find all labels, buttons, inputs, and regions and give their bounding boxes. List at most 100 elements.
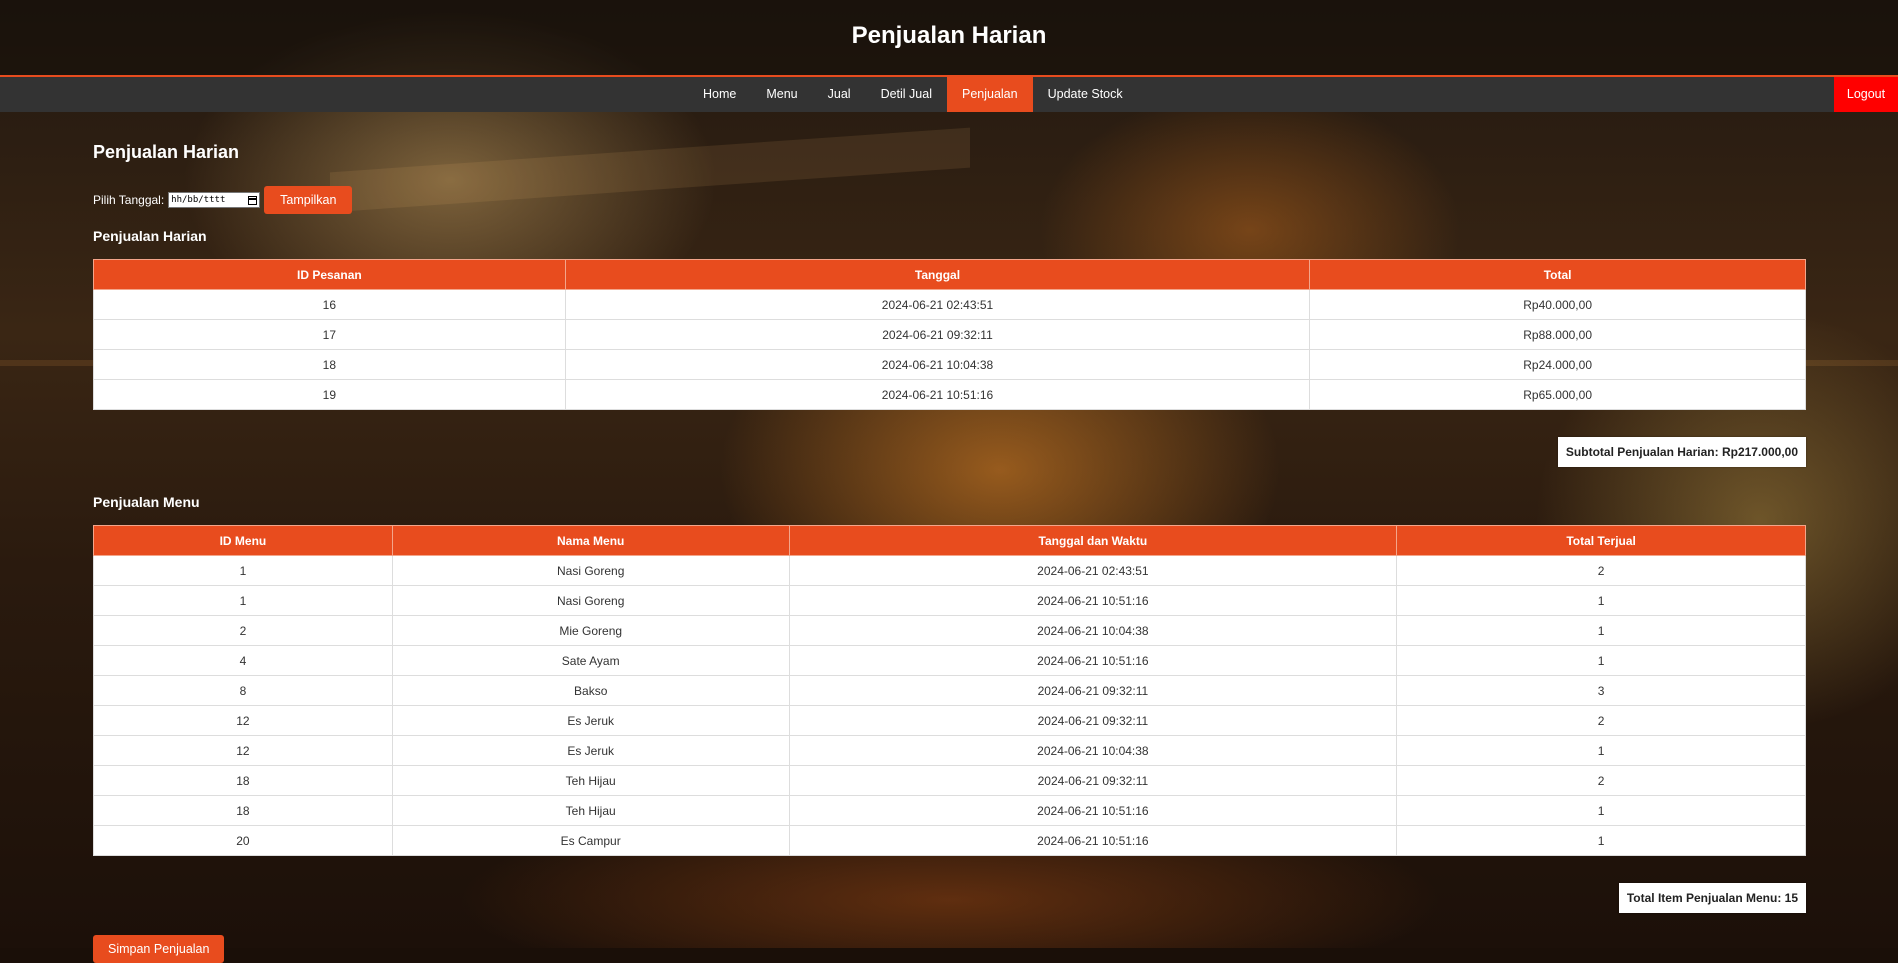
cell-total-terjual: 1: [1396, 645, 1806, 676]
menu-total-items: Total Item Penjualan Menu: 15: [1618, 883, 1806, 913]
table-row: 17 2024-06-21 09:32:11 Rp88.000,00: [93, 319, 1806, 350]
top-navigation: Home Menu Jual Detil Jual Penjualan Upda…: [0, 75, 1898, 112]
nav-item-menu[interactable]: Menu: [751, 77, 812, 112]
cell-id-menu: 12: [93, 705, 393, 736]
table-header-row: ID Pesanan Tanggal Total: [93, 259, 1806, 290]
cell-id-menu: 4: [93, 645, 393, 676]
cell-total-terjual: 1: [1396, 825, 1806, 856]
table-row: 18 Teh Hijau 2024-06-21 10:51:16 1: [93, 795, 1806, 826]
cell-id-pesanan: 17: [93, 319, 566, 350]
cell-nama-menu: Teh Hijau: [391, 795, 790, 826]
cell-nama-menu: Teh Hijau: [391, 765, 790, 796]
daily-sales-title: Penjualan Harian: [93, 228, 207, 244]
cell-tanggal-waktu: 2024-06-21 10:04:38: [788, 615, 1398, 646]
show-button[interactable]: Tampilkan: [264, 186, 353, 214]
table-row: 20 Es Campur 2024-06-21 10:51:16 1: [93, 825, 1806, 856]
cell-tanggal-waktu: 2024-06-21 02:43:51: [788, 555, 1398, 586]
nav-item-detil-jual[interactable]: Detil Jual: [866, 77, 947, 112]
cell-tanggal-waktu: 2024-06-21 10:04:38: [788, 735, 1398, 766]
cell-total-terjual: 2: [1396, 705, 1806, 736]
cell-total: Rp88.000,00: [1309, 319, 1806, 350]
cell-nama-menu: Nasi Goreng: [391, 585, 790, 616]
menu-sales-title: Penjualan Menu: [93, 494, 200, 510]
cell-total-terjual: 1: [1396, 735, 1806, 766]
nav-item-home[interactable]: Home: [688, 77, 751, 112]
column-header-tanggal-waktu[interactable]: Tanggal dan Waktu: [788, 525, 1398, 556]
table-row: 8 Bakso 2024-06-21 09:32:11 3: [93, 675, 1806, 706]
cell-tanggal: 2024-06-21 10:51:16: [564, 379, 1311, 410]
cell-total-terjual: 1: [1396, 585, 1806, 616]
table-row: 18 2024-06-21 10:04:38 Rp24.000,00: [93, 349, 1806, 380]
cell-nama-menu: Bakso: [391, 675, 790, 706]
cell-id-menu: 20: [93, 825, 393, 856]
date-filter-label: Pilih Tanggal:: [93, 193, 165, 207]
table-row: 4 Sate Ayam 2024-06-21 10:51:16 1: [93, 645, 1806, 676]
cell-tanggal-waktu: 2024-06-21 10:51:16: [788, 585, 1398, 616]
menu-sales-table: ID Menu Nama Menu Tanggal dan Waktu Tota…: [93, 525, 1806, 856]
table-row: 19 2024-06-21 10:51:16 Rp65.000,00: [93, 379, 1806, 410]
cell-tanggal: 2024-06-21 02:43:51: [564, 289, 1311, 320]
cell-total-terjual: 2: [1396, 555, 1806, 586]
cell-total-terjual: 2: [1396, 765, 1806, 796]
cell-id-menu: 12: [93, 735, 393, 766]
cell-id-menu: 18: [93, 765, 393, 796]
save-sales-button[interactable]: Simpan Penjualan: [93, 935, 225, 963]
cell-id-pesanan: 18: [93, 349, 566, 380]
table-row: 2 Mie Goreng 2024-06-21 10:04:38 1: [93, 615, 1806, 646]
column-header-id-menu[interactable]: ID Menu: [93, 525, 393, 556]
table-row: 1 Nasi Goreng 2024-06-21 02:43:51 2: [93, 555, 1806, 586]
table-header-row: ID Menu Nama Menu Tanggal dan Waktu Tota…: [93, 525, 1806, 556]
cell-total: Rp40.000,00: [1309, 289, 1806, 320]
cell-tanggal-waktu: 2024-06-21 09:32:11: [788, 765, 1398, 796]
date-filter: Pilih Tanggal: hh/bb/tttt Tampilkan: [93, 186, 353, 214]
cell-nama-menu: Sate Ayam: [391, 645, 790, 676]
cell-id-menu: 1: [93, 585, 393, 616]
table-row: 12 Es Jeruk 2024-06-21 09:32:11 2: [93, 705, 1806, 736]
cell-id-pesanan: 19: [93, 379, 566, 410]
logout-button[interactable]: Logout: [1834, 77, 1898, 112]
cell-nama-menu: Es Jeruk: [391, 705, 790, 736]
cell-tanggal-waktu: 2024-06-21 10:51:16: [788, 645, 1398, 676]
column-header-total-terjual[interactable]: Total Terjual: [1396, 525, 1806, 556]
date-input[interactable]: hh/bb/tttt: [168, 192, 261, 208]
nav-item-update-stock[interactable]: Update Stock: [1033, 77, 1138, 112]
cell-total: Rp65.000,00: [1309, 379, 1806, 410]
column-header-total[interactable]: Total: [1309, 259, 1806, 290]
cell-id-menu: 18: [93, 795, 393, 826]
cell-tanggal-waktu: 2024-06-21 09:32:11: [788, 675, 1398, 706]
column-header-nama-menu[interactable]: Nama Menu: [391, 525, 790, 556]
title-bar: Penjualan Harian: [0, 0, 1898, 75]
cell-id-menu: 1: [93, 555, 393, 586]
table-row: 16 2024-06-21 02:43:51 Rp40.000,00: [93, 289, 1806, 320]
page-heading: Penjualan Harian: [93, 142, 240, 162]
date-input-placeholder: hh/bb/tttt: [171, 195, 226, 205]
cell-id-menu: 8: [93, 675, 393, 706]
cell-total-terjual: 3: [1396, 675, 1806, 706]
table-row: 1 Nasi Goreng 2024-06-21 10:51:16 1: [93, 585, 1806, 616]
daily-sales-table: ID Pesanan Tanggal Total 16 2024-06-21 0…: [93, 259, 1806, 410]
cell-tanggal-waktu: 2024-06-21 10:51:16: [788, 795, 1398, 826]
cell-tanggal: 2024-06-21 10:04:38: [564, 349, 1311, 380]
cell-nama-menu: Mie Goreng: [391, 615, 790, 646]
site-title: Penjualan Harian: [851, 22, 1047, 49]
cell-total: Rp24.000,00: [1309, 349, 1806, 380]
nav-item-jual[interactable]: Jual: [813, 77, 866, 112]
cell-total-terjual: 1: [1396, 615, 1806, 646]
cell-tanggal-waktu: 2024-06-21 10:51:16: [788, 825, 1398, 856]
cell-tanggal: 2024-06-21 09:32:11: [564, 319, 1311, 350]
cell-nama-menu: Es Jeruk: [391, 735, 790, 766]
table-row: 12 Es Jeruk 2024-06-21 10:04:38 1: [93, 735, 1806, 766]
cell-id-menu: 2: [93, 615, 393, 646]
table-row: 18 Teh Hijau 2024-06-21 09:32:11 2: [93, 765, 1806, 796]
nav-list: Home Menu Jual Detil Jual Penjualan Upda…: [688, 77, 1138, 112]
daily-subtotal: Subtotal Penjualan Harian: Rp217.000,00: [1557, 437, 1806, 467]
cell-tanggal-waktu: 2024-06-21 09:32:11: [788, 705, 1398, 736]
cell-id-pesanan: 16: [93, 289, 566, 320]
nav-item-penjualan[interactable]: Penjualan: [946, 77, 1033, 112]
cell-total-terjual: 1: [1396, 795, 1806, 826]
column-header-id-pesanan[interactable]: ID Pesanan: [93, 259, 566, 290]
cell-nama-menu: Nasi Goreng: [391, 555, 790, 586]
column-header-tanggal[interactable]: Tanggal: [564, 259, 1311, 290]
cell-nama-menu: Es Campur: [391, 825, 790, 856]
calendar-icon[interactable]: [248, 195, 258, 205]
